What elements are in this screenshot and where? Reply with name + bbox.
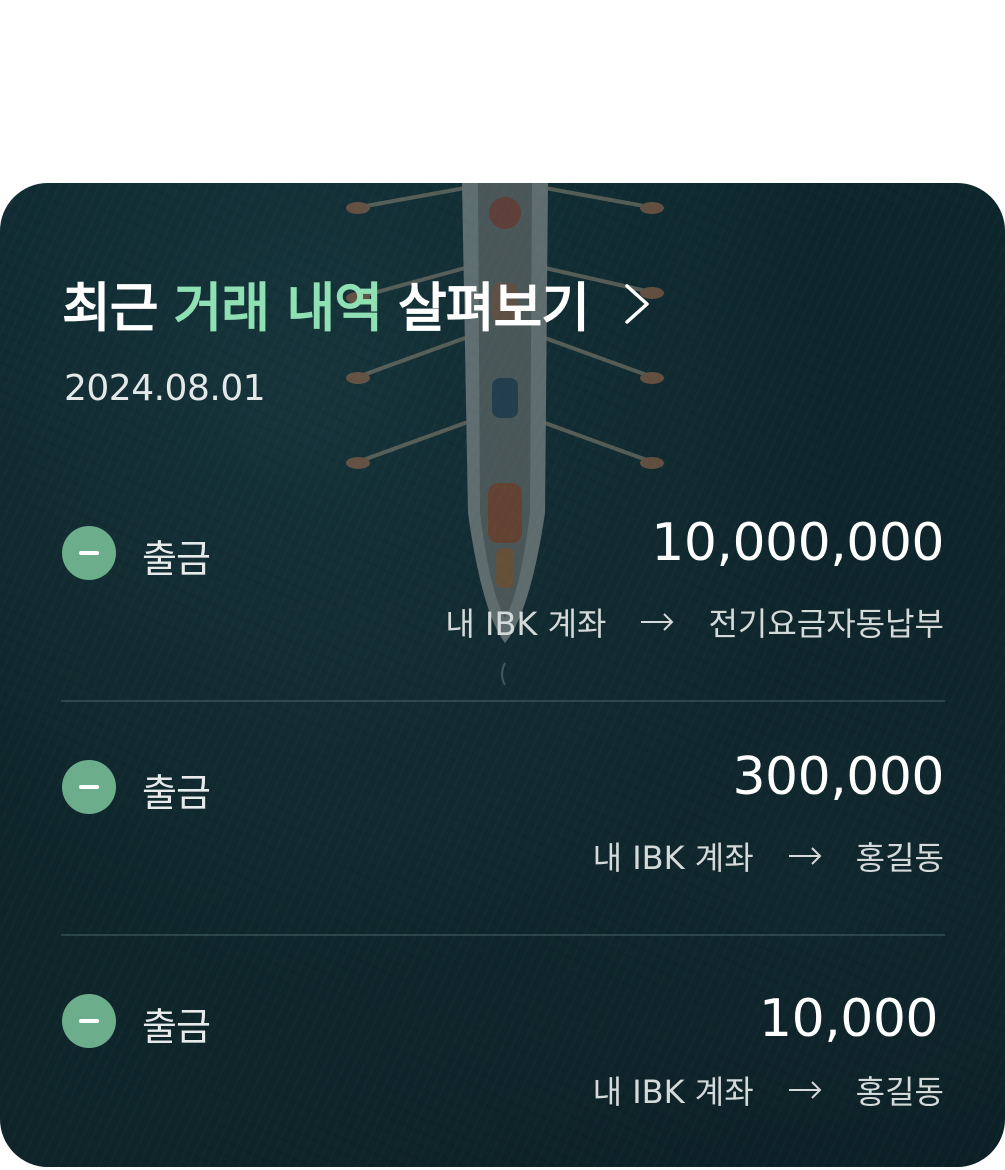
- title-accent: 거래 내역: [173, 278, 383, 339]
- title-suffix: 살펴보기: [398, 278, 590, 339]
- route-to: 홍길동: [855, 839, 944, 877]
- transaction-amount: 300,000: [732, 747, 944, 807]
- transaction-type: 출금: [142, 1005, 211, 1049]
- transaction-route: 내 IBK 계좌 홍길동: [593, 1067, 944, 1113]
- card-title[interactable]: 최근 거래 내역 살펴보기: [62, 266, 655, 342]
- transaction-amount: 10,000,000: [651, 513, 944, 573]
- route-to: 전기요금자동납부: [708, 605, 944, 643]
- transaction-amount: 10,000: [759, 989, 938, 1049]
- minus-circle-icon: [62, 526, 116, 580]
- minus-circle-icon: [62, 760, 116, 814]
- route-from: 내 IBK 계좌: [592, 839, 754, 877]
- route-to: 홍길동: [855, 1073, 944, 1111]
- divider: [61, 934, 945, 936]
- route-from: 내 IBK 계좌: [445, 605, 607, 643]
- chevron-right-icon[interactable]: [619, 282, 655, 326]
- arrow-right-icon: [788, 847, 822, 865]
- title-prefix: 최근: [62, 278, 159, 339]
- transaction-route: 내 IBK 계좌 홍길동: [593, 833, 944, 879]
- transaction-date: 2024.08.01: [64, 368, 266, 409]
- transaction-type: 출금: [142, 537, 211, 581]
- arrow-right-icon: [788, 1081, 822, 1099]
- transaction-row[interactable]: 출금 300,000 내 IBK 계좌 홍길동: [62, 747, 944, 897]
- recent-transactions-card[interactable]: 최근 거래 내역 살펴보기 2024.08.01 출금 10,000,000 내…: [0, 183, 1005, 1167]
- route-from: 내 IBK 계좌: [592, 1073, 754, 1111]
- minus-circle-icon: [62, 994, 116, 1048]
- divider: [61, 700, 945, 702]
- transaction-row[interactable]: 출금 10,000 내 IBK 계좌 홍길동: [62, 981, 944, 1131]
- transaction-row[interactable]: 출금 10,000,000 내 IBK 계좌 전기요금자동납부: [62, 513, 944, 663]
- transaction-type: 출금: [142, 771, 211, 815]
- transaction-route: 내 IBK 계좌 전기요금자동납부: [445, 599, 944, 645]
- arrow-right-icon: [641, 613, 674, 631]
